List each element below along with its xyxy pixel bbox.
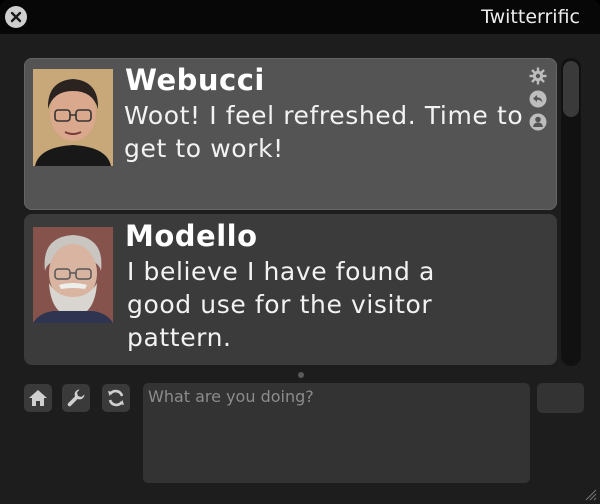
tweet-text: Woot! I feel refreshed. Time to get to w… [124, 101, 524, 163]
refresh-button[interactable] [102, 384, 130, 412]
close-button[interactable] [5, 6, 27, 28]
window-title: Twitterrific [481, 6, 580, 28]
tweet-username[interactable]: Modello [125, 219, 258, 253]
refresh-icon [108, 389, 124, 407]
app-window: Twitterrific Webucci Woot! I feel refres… [0, 0, 600, 504]
tweet-item[interactable]: Modello I believe I have found a good us… [24, 214, 557, 365]
home-button[interactable] [24, 384, 52, 412]
title-bar: Twitterrific [0, 0, 600, 34]
home-icon [29, 390, 47, 406]
tweet-actions [527, 66, 549, 132]
split-handle[interactable] [298, 372, 304, 378]
wrench-icon [67, 389, 85, 407]
resize-grip-icon[interactable] [583, 487, 597, 501]
reply-icon[interactable] [528, 89, 548, 109]
tweet-username[interactable]: Webucci [125, 63, 265, 97]
tweet-item[interactable]: Webucci Woot! I feel refreshed. Time to … [24, 58, 557, 210]
scrollbar-thumb[interactable] [563, 61, 579, 117]
avatar[interactable] [33, 227, 113, 323]
avatar[interactable] [33, 69, 113, 166]
compose-input[interactable] [143, 383, 530, 483]
character-counter [537, 383, 584, 413]
tweet-text: I believe I have found a good use for th… [127, 257, 435, 352]
tools-button[interactable] [62, 384, 90, 412]
gear-icon[interactable] [528, 66, 548, 86]
close-icon [10, 11, 22, 23]
profile-icon[interactable] [528, 112, 548, 132]
